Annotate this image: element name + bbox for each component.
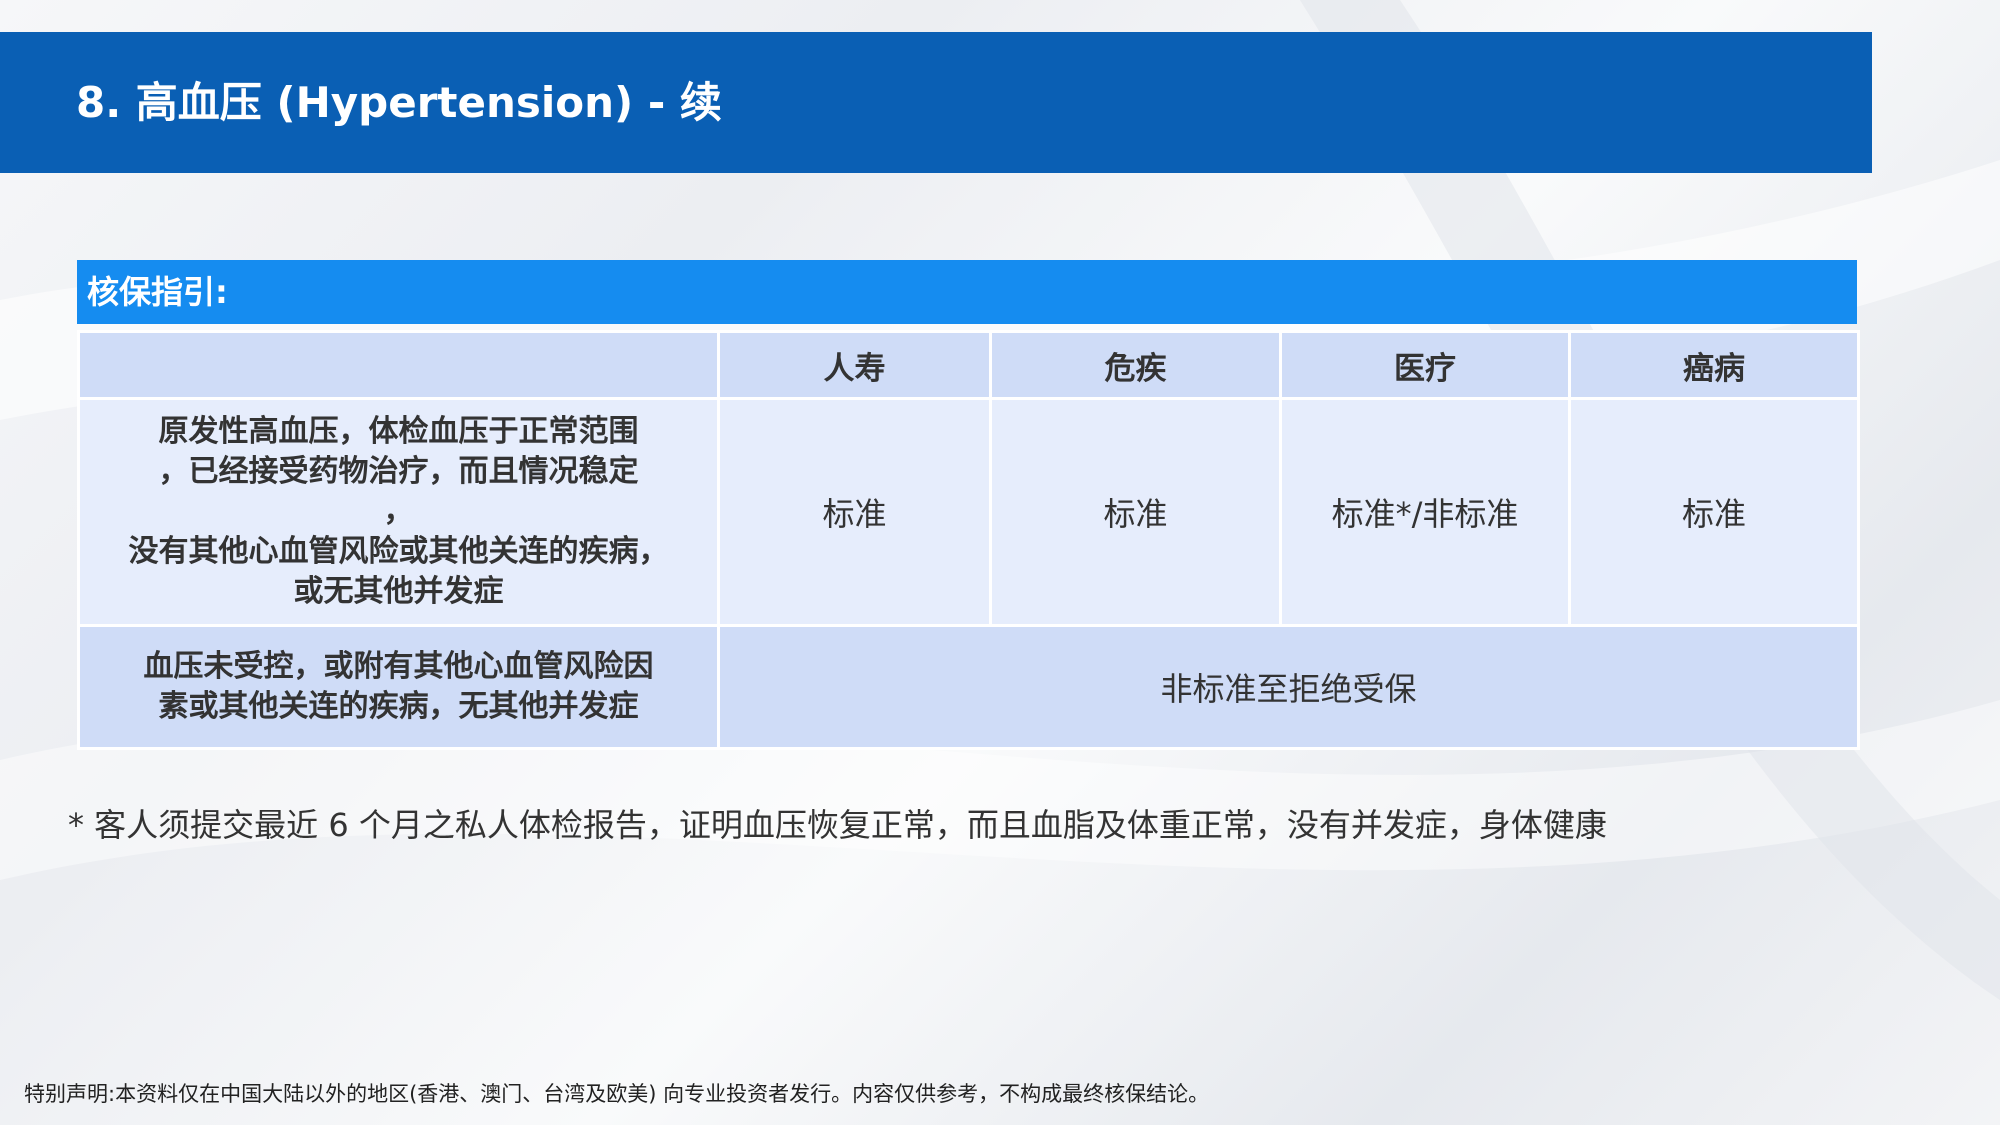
table-row: 原发性高血压，体检血压于正常范围 ，已经接受药物治疗，而且情况稳定 ， 没有其他… — [77, 397, 1860, 627]
condition-line: 或无其他并发症 — [293, 574, 504, 609]
underwriting-guide-bar: 核保指引: — [77, 260, 1857, 324]
result-merged: 非标准至拒绝受保 — [717, 624, 1860, 750]
page-title: 8. 高血压 (Hypertension) - 续 — [76, 78, 722, 127]
disclaimer: 特别声明:本资料仅在中国大陆以外的地区(香港、澳门、台湾及欧美) 向专业投资者发… — [24, 1082, 1210, 1106]
header-bar: 8. 高血压 (Hypertension) - 续 — [0, 32, 1872, 173]
footnote: * 客人须提交最近 6 个月之私人体检报告，证明血压恢复正常，而且血脂及体重正常… — [68, 806, 1607, 844]
result-cancer: 标准 — [1568, 397, 1860, 627]
column-header-critical-illness: 危疾 — [989, 330, 1282, 400]
column-header-medical: 医疗 — [1279, 330, 1571, 400]
result-medical: 标准*/非标准 — [1279, 397, 1571, 627]
underwriting-guide-title: 核保指引: — [87, 273, 228, 311]
table-row: 血压未受控，或附有其他心血管风险因 素或其他关连的疾病，无其他并发症 非标准至拒… — [77, 624, 1860, 750]
condition-cell: 血压未受控，或附有其他心血管风险因 素或其他关连的疾病，无其他并发症 — [77, 624, 720, 750]
column-header-life: 人寿 — [717, 330, 992, 400]
condition-cell: 原发性高血压，体检血压于正常范围 ，已经接受药物治疗，而且情况稳定 ， 没有其他… — [77, 397, 720, 627]
table-header-row: 人寿 危疾 医疗 癌病 — [77, 330, 1860, 400]
condition-line: ，已经接受药物治疗，而且情况稳定 — [158, 454, 639, 489]
result-life: 标准 — [717, 397, 992, 627]
condition-line: 原发性高血压，体检血压于正常范围 — [158, 414, 639, 449]
condition-line: 血压未受控，或附有其他心血管风险因 — [143, 649, 654, 684]
condition-line: 素或其他关连的疾病，无其他并发症 — [158, 689, 639, 724]
column-header-cancer: 癌病 — [1568, 330, 1860, 400]
result-critical-illness: 标准 — [989, 397, 1282, 627]
condition-line: ， — [383, 494, 414, 529]
condition-line: 没有其他心血管风险或其他关连的疾病， — [128, 534, 669, 569]
underwriting-table: 人寿 危疾 医疗 癌病 原发性高血压，体检血压于正常范围 ，已经接受药物治疗，而… — [77, 330, 1860, 750]
column-header-condition — [77, 330, 720, 400]
